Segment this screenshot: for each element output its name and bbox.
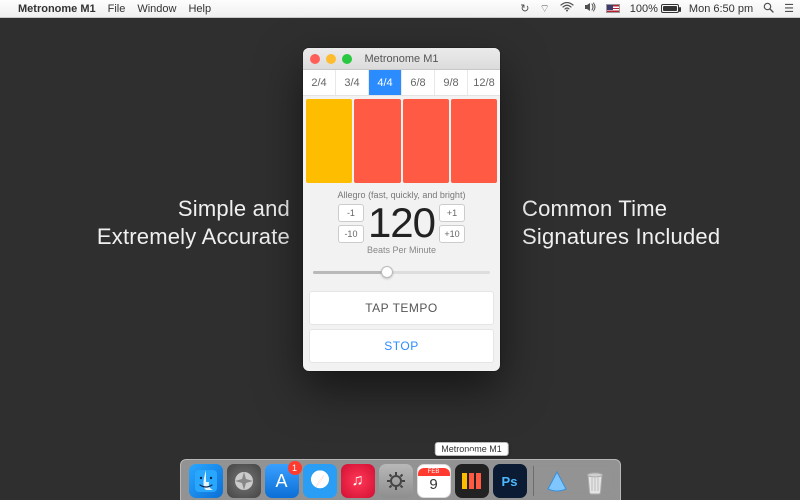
dock-calendar-icon[interactable]: FEB 9 — [417, 464, 451, 498]
dock-trash-icon[interactable] — [578, 464, 612, 498]
beat-4[interactable] — [451, 99, 497, 183]
timesig-3-4[interactable]: 3/4 — [336, 70, 369, 95]
input-source-flag-icon[interactable] — [606, 4, 620, 13]
bluetooth-icon[interactable]: ⌔ — [539, 2, 549, 16]
dock-itunes-icon[interactable]: ♫ — [341, 464, 375, 498]
promo-text-left: Simple and Extremely Accurate — [60, 195, 290, 250]
dock-safari-icon[interactable] — [303, 464, 337, 498]
battery-icon — [661, 4, 679, 13]
time-machine-icon[interactable]: ↻ — [520, 2, 529, 15]
beat-2[interactable] — [354, 99, 400, 183]
bpm-value: 120 — [368, 202, 435, 244]
calendar-month: FEB — [418, 468, 450, 476]
window-titlebar[interactable]: Metronome M1 — [303, 48, 500, 70]
dock-separator — [533, 466, 534, 496]
bpm-plus-1-button[interactable]: +1 — [439, 204, 465, 222]
battery-status[interactable]: 100% — [630, 3, 679, 15]
timesig-4-4[interactable]: 4/4 — [369, 70, 402, 95]
beat-indicator-row — [303, 96, 500, 186]
dock-tooltip: Metronome M1 — [434, 442, 509, 456]
calendar-day: 9 — [429, 476, 437, 494]
menubar-clock[interactable]: Mon 6:50 pm — [689, 3, 753, 15]
stop-button[interactable]: STOP — [309, 329, 494, 363]
dock-launchpad-icon[interactable] — [227, 464, 261, 498]
spotlight-icon[interactable] — [763, 2, 774, 16]
volume-icon[interactable] — [584, 2, 596, 15]
tempo-slider[interactable] — [313, 265, 490, 279]
time-signature-tabs: 2/4 3/4 4/4 6/8 9/8 12/8 — [303, 70, 500, 96]
dock-finder-icon[interactable] — [189, 464, 223, 498]
bpm-plus-10-button[interactable]: +10 — [439, 225, 465, 243]
menu-help[interactable]: Help — [188, 3, 211, 15]
menu-window[interactable]: Window — [137, 3, 176, 15]
tempo-slider-thumb[interactable] — [381, 266, 393, 278]
timesig-12-8[interactable]: 12/8 — [468, 70, 500, 95]
bpm-minus-1-button[interactable]: -1 — [338, 204, 364, 222]
promo-text-right: Common Time Signatures Included — [522, 195, 752, 250]
dock-photoshop-icon[interactable]: Ps — [493, 464, 527, 498]
dock-metronome-m1-icon[interactable]: Metronome M1 — [455, 464, 489, 498]
dock-documents-icon[interactable] — [540, 464, 574, 498]
bpm-label: Beats Per Minute — [309, 245, 494, 255]
window-title: Metronome M1 — [303, 53, 500, 65]
appstore-badge: 1 — [288, 461, 302, 475]
wifi-icon[interactable] — [560, 2, 574, 15]
app-window: Metronome M1 2/4 3/4 4/4 6/8 9/8 12/8 Al… — [303, 48, 500, 371]
timesig-2-4[interactable]: 2/4 — [303, 70, 336, 95]
beat-1[interactable] — [306, 99, 352, 183]
timesig-9-8[interactable]: 9/8 — [435, 70, 468, 95]
dock: A 1 ♫ FEB 9 Metronome M1 Ps — [180, 459, 621, 500]
notification-center-icon[interactable]: ☰ — [784, 2, 794, 15]
menubar-app-name[interactable]: Metronome M1 — [18, 3, 96, 15]
menu-file[interactable]: File — [108, 3, 126, 15]
bpm-minus-10-button[interactable]: -10 — [338, 225, 364, 243]
tap-tempo-button[interactable]: TAP TEMPO — [309, 291, 494, 325]
battery-percent: 100% — [630, 3, 658, 15]
dock-system-preferences-icon[interactable] — [379, 464, 413, 498]
beat-3[interactable] — [403, 99, 449, 183]
dock-appstore-icon[interactable]: A 1 — [265, 464, 299, 498]
menubar: Metronome M1 File Window Help ↻ ⌔ 100% M… — [0, 0, 800, 18]
timesig-6-8[interactable]: 6/8 — [402, 70, 435, 95]
